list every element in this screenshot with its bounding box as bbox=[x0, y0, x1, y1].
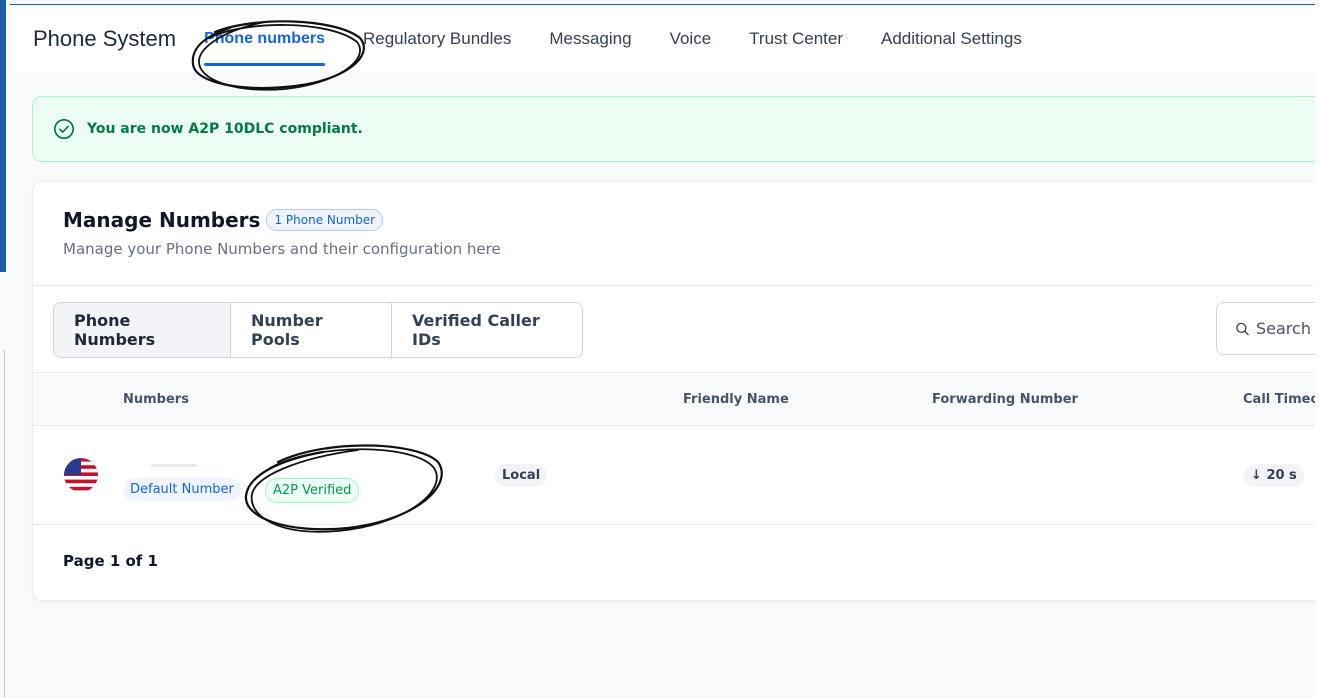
banner-text: You are now A2P 10DLC compliant. bbox=[87, 121, 363, 137]
manage-numbers-card: Manage Numbers 1 Phone Number Manage you… bbox=[32, 181, 1323, 601]
call-timeout-badge: ↓ 20 s bbox=[1244, 464, 1304, 487]
segment-phone-numbers[interactable]: Phone Numbers bbox=[54, 303, 231, 357]
tab-messaging[interactable]: Messaging bbox=[549, 7, 631, 71]
number-type-badge: Local bbox=[495, 464, 548, 487]
segment-verified-caller-ids[interactable]: Verified Caller IDs bbox=[392, 303, 582, 357]
card-header: Manage Numbers 1 Phone Number Manage you… bbox=[63, 208, 501, 258]
arrow-down-icon: ↓ bbox=[1251, 468, 1262, 483]
compliance-banner: You are now A2P 10DLC compliant. bbox=[32, 96, 1322, 162]
window-left-border bbox=[4, 350, 5, 698]
card-divider bbox=[33, 285, 1323, 286]
search-input[interactable] bbox=[1256, 319, 1323, 338]
app-title: Phone System bbox=[33, 26, 177, 51]
tab-trust-center[interactable]: Trust Center bbox=[749, 7, 843, 71]
segment-number-pools[interactable]: Number Pools bbox=[231, 303, 392, 357]
tab-additional-settings[interactable]: Additional Settings bbox=[881, 7, 1022, 71]
search-icon bbox=[1236, 322, 1249, 335]
tab-phone-numbers[interactable]: Phone numbers bbox=[204, 8, 325, 70]
us-flag-icon bbox=[64, 458, 98, 492]
table-header: Numbers Friendly Name Forwarding Number … bbox=[33, 372, 1323, 426]
phone-number-redacted bbox=[151, 464, 197, 467]
column-friendly-name[interactable]: Friendly Name bbox=[683, 392, 789, 407]
table-row[interactable]: Default Number A2P Verified Local ↓ 20 s bbox=[33, 426, 1323, 525]
number-type-segmented-control: Phone Numbers Number Pools Verified Call… bbox=[53, 302, 583, 358]
window-left-edge bbox=[0, 0, 6, 272]
check-circle-icon bbox=[54, 119, 74, 139]
column-numbers[interactable]: Numbers bbox=[123, 392, 189, 407]
pagination-label: Page 1 of 1 bbox=[63, 552, 158, 570]
window-top-edge bbox=[10, 4, 1315, 5]
top-navigation: Phone System Phone numbers Regulatory Bu… bbox=[10, 6, 1315, 72]
window-right-edge bbox=[1315, 0, 1323, 698]
tab-regulatory-bundles[interactable]: Regulatory Bundles bbox=[363, 7, 511, 71]
card-subtitle: Manage your Phone Numbers and their conf… bbox=[63, 240, 501, 258]
column-forwarding-number[interactable]: Forwarding Number bbox=[932, 392, 1078, 407]
card-title: Manage Numbers bbox=[63, 208, 261, 232]
search-box[interactable] bbox=[1216, 302, 1323, 355]
page: Phone System Phone numbers Regulatory Bu… bbox=[0, 0, 1323, 698]
phone-number-count-badge: 1 Phone Number bbox=[266, 209, 384, 231]
tab-voice[interactable]: Voice bbox=[670, 7, 712, 71]
default-number-badge: Default Number bbox=[123, 478, 241, 501]
call-timeout-value: 20 s bbox=[1266, 468, 1297, 483]
a2p-verified-badge: A2P Verified bbox=[265, 478, 360, 503]
column-call-timeout[interactable]: Call Timeo bbox=[1243, 392, 1319, 407]
